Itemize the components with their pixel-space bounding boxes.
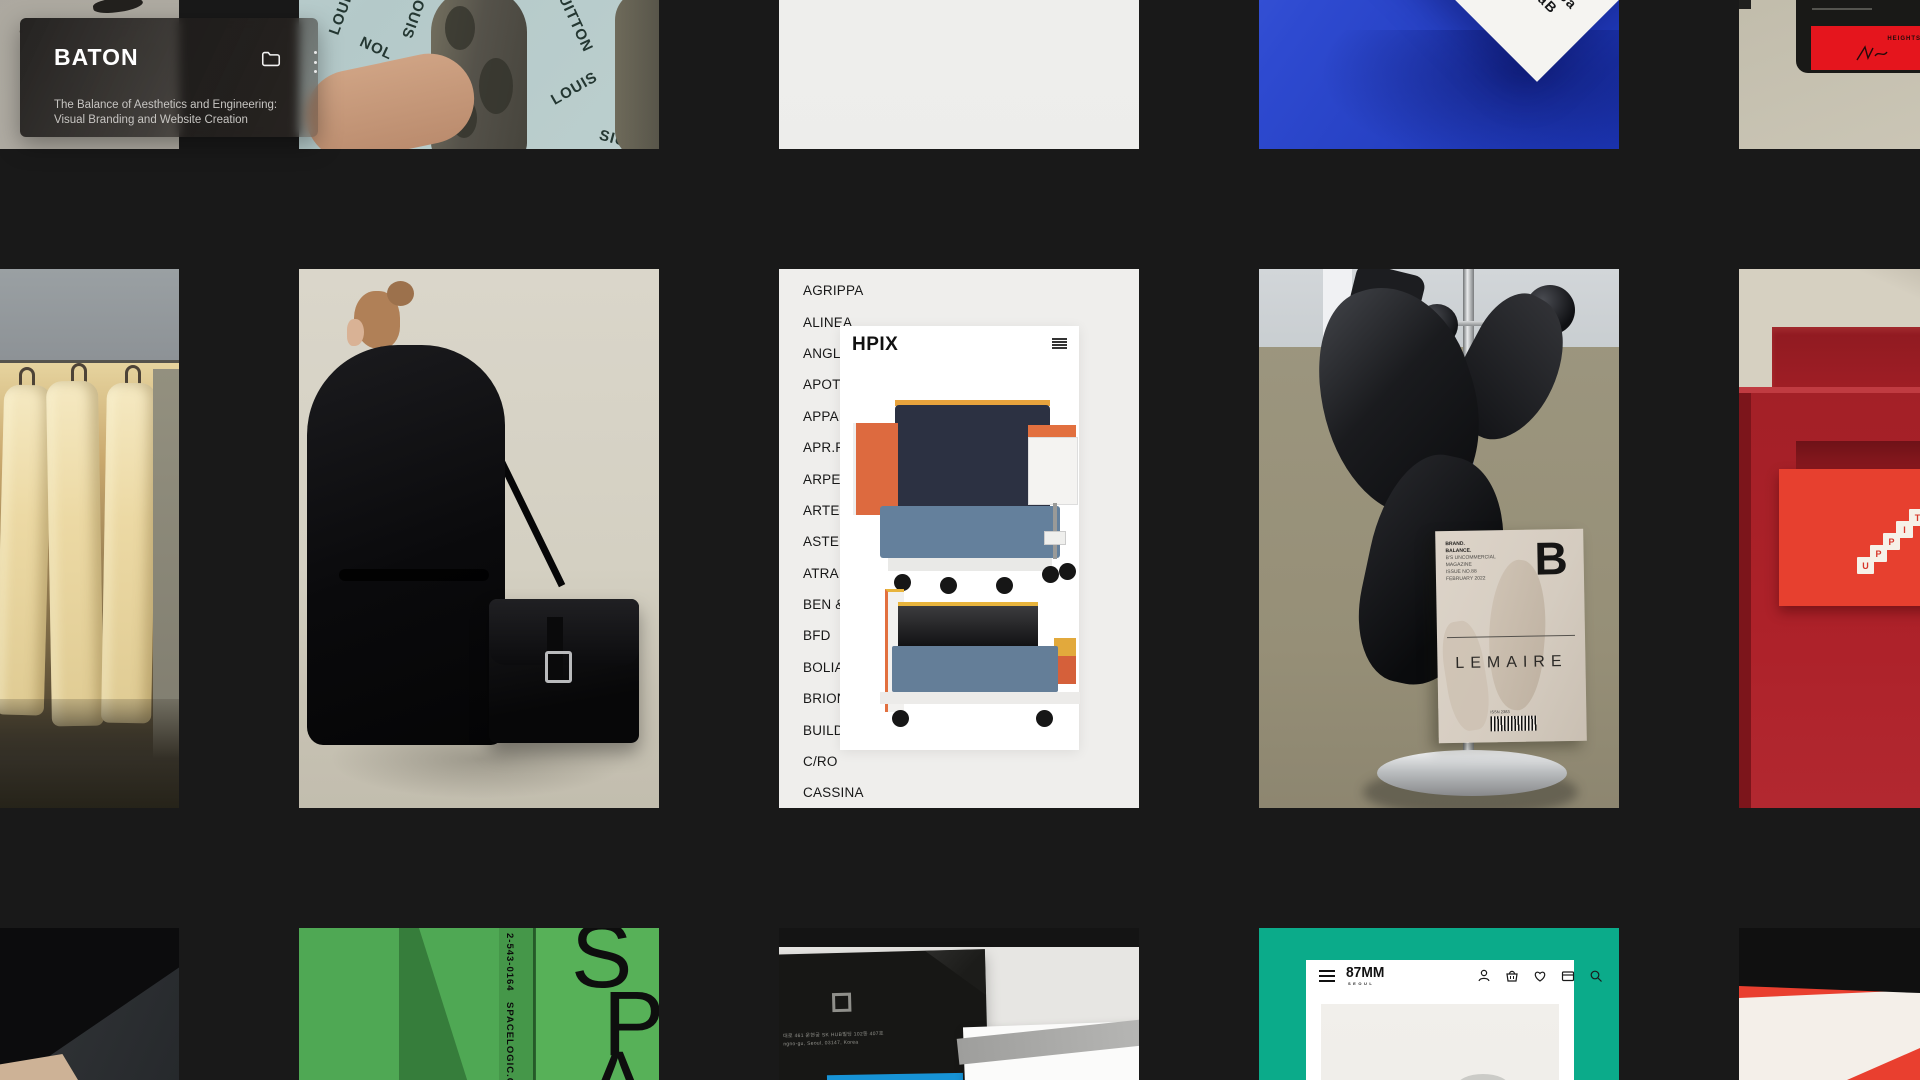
armchair-seat (880, 506, 1060, 558)
caster-wheel (1036, 710, 1053, 727)
tile-spacelogic-green[interactable]: 2-543-0164 SPACELOGIC.C S P A (299, 928, 659, 1080)
spine-domain: SPACELOGIC.C (504, 1002, 515, 1080)
tattoo-mark (479, 58, 513, 114)
device-text-line (1812, 8, 1872, 10)
tile-tattoo-shirt-photo[interactable]: LOUIS NOL LOUIS VUITTON LOUIS SIU LOUIS (299, 0, 659, 149)
kiaf-card: KIAF (963, 1021, 1139, 1080)
87mm-site-mockup: 87MM SEOUL (1306, 960, 1574, 1080)
caster-wheel (892, 710, 909, 727)
hpix-product-card: HPIX (840, 326, 1079, 750)
tile-wardrobe-shirts-photo[interactable] (0, 269, 179, 808)
hero-photo (1321, 1004, 1559, 1080)
daybed-back-cushion (898, 606, 1038, 646)
black-device: HEIGHTS (1796, 0, 1920, 73)
armchair-back-cushion (895, 405, 1050, 511)
87mm-seoul-label: SEOUL (1348, 981, 1374, 986)
tile-red-white-graphic[interactable] (1739, 928, 1920, 1080)
moodboard-grid: LOUIS NOL LOUIS VUITTON LOUIS SIU LOUIS … (0, 0, 1920, 1080)
stair-letter: T (1909, 509, 1920, 526)
envelope-fold (925, 949, 986, 997)
model-cap (1457, 1074, 1509, 1080)
caster-wheel (996, 577, 1013, 594)
spine-phone-number: 2-543-0164 (504, 933, 515, 992)
armchair-right-arm-top (1028, 425, 1076, 437)
baton-title: BATON (54, 44, 139, 71)
brand-list-item: C/RO (803, 746, 864, 777)
square-logo (832, 993, 851, 1012)
tile-87mm-website[interactable]: 87MM SEOUL (1259, 928, 1619, 1080)
tattooed-arm-2 (615, 0, 659, 149)
box-side-fold (1739, 393, 1751, 808)
dark-corner (1739, 0, 1751, 9)
tile-heights-device[interactable]: HEIGHTS (1739, 0, 1920, 149)
card-icon (1560, 968, 1576, 984)
kebab-menu-icon[interactable] (308, 49, 322, 75)
caster-wheel (940, 577, 957, 594)
daybed-base (880, 692, 1080, 704)
87mm-logo: 87MM (1346, 964, 1384, 981)
chrome-table-top (1377, 750, 1567, 796)
wardrobe-top-panel (0, 269, 179, 363)
tile-kiaf-stationery[interactable]: 대로 461 운현궁 SK HUB빌딩 102동 407호 ngno-gu, S… (779, 928, 1139, 1080)
black-envelope: 대로 461 운현궁 SK HUB빌딩 102동 407호 ngno-gu, S… (779, 949, 989, 1080)
cover-masthead-text: BRAND. BALANCE. B'S UNCOMMERCIAL MAGAZIN… (1445, 540, 1496, 583)
tile-blank-page[interactable] (779, 0, 1139, 149)
hanging-shirt (46, 381, 104, 727)
leg-clamp (1044, 531, 1066, 545)
dark-clothes (0, 699, 179, 808)
armchair-right-arm-cube (1028, 437, 1078, 505)
site-header: 87MM SEOUL (1306, 960, 1574, 992)
big-letter: A (587, 1044, 648, 1080)
magazine-b-lemaire: BRAND. BALANCE. B'S UNCOMMERCIAL MAGAZIN… (1435, 529, 1587, 744)
barcode-text: ISSN 2383 (1490, 709, 1536, 715)
wishlist-heart-icon (1532, 968, 1548, 984)
suede-bag (489, 599, 639, 743)
daybed-seat-cushion (892, 646, 1058, 692)
hanging-shirt (0, 384, 52, 715)
blue-edge (827, 1073, 963, 1080)
search-icon (1588, 968, 1604, 984)
brand-list-item: CASSINA (803, 777, 864, 808)
folder-icon[interactable] (260, 48, 282, 70)
brand-list-item: AGRIPPA (803, 275, 864, 306)
fold-crease (533, 928, 536, 1080)
caster-wheel (1042, 566, 1059, 583)
tattoo-mark (445, 6, 475, 50)
red-box-lid (1772, 327, 1920, 393)
coat-belt (339, 569, 489, 581)
signature-scribble (1853, 44, 1889, 64)
pocket-shadow (1796, 441, 1920, 471)
magazine-b-logo: B (1534, 531, 1568, 586)
baton-subtitle: The Balance of Aesthetics and Engineerin… (54, 98, 302, 127)
basket-icon (1504, 968, 1520, 984)
tile-glove-lemaire-photo[interactable]: BRAND. BALANCE. B'S UNCOMMERCIAL MAGAZIN… (1259, 269, 1619, 808)
black-coat (307, 345, 505, 745)
barcode (1490, 716, 1536, 732)
blank-surface (779, 0, 1139, 149)
tile-dark-fabric-photo[interactable] (0, 928, 179, 1080)
address-text: 대로 461 운현궁 SK HUB빌딩 102동 407호 ngno-gu, S… (783, 1030, 884, 1049)
hamburger-menu-icon (1052, 338, 1067, 349)
tile-hpix-website[interactable]: AGRIPPA ALINEA ANGLE APOTH APPAR APR.RO … (779, 269, 1139, 808)
top-shadow-band (779, 928, 1139, 947)
lemaire-title: LEMAIRE (1437, 653, 1585, 674)
baton-overlay-panel: BATON The Balance of Aesthetics and Engi… (20, 18, 318, 137)
armchair-base (888, 558, 1052, 571)
hair-bun (387, 281, 414, 306)
sesa-lab-wordmark: SESa LaB (1527, 0, 1581, 25)
account-icon (1476, 968, 1492, 984)
hanging-shirt (101, 383, 157, 724)
card-shadow (1319, 30, 1619, 149)
tile-sesa-lab-card[interactable]: SESa LaB (1259, 0, 1619, 149)
tile-red-box-uppit[interactable]: U P P I T (1739, 269, 1920, 808)
caster-wheel (1059, 563, 1076, 580)
bag-buckle (545, 651, 572, 683)
tile-woman-with-bag-photo[interactable] (299, 269, 659, 808)
armchair-left-arm (853, 423, 898, 515)
hpix-logo: HPIX (852, 334, 898, 356)
heights-label: HEIGHTS (1887, 36, 1920, 42)
daybed-orange-block (1058, 656, 1076, 684)
red-screen: HEIGHTS (1811, 26, 1920, 70)
hamburger-menu-icon (1319, 970, 1335, 982)
